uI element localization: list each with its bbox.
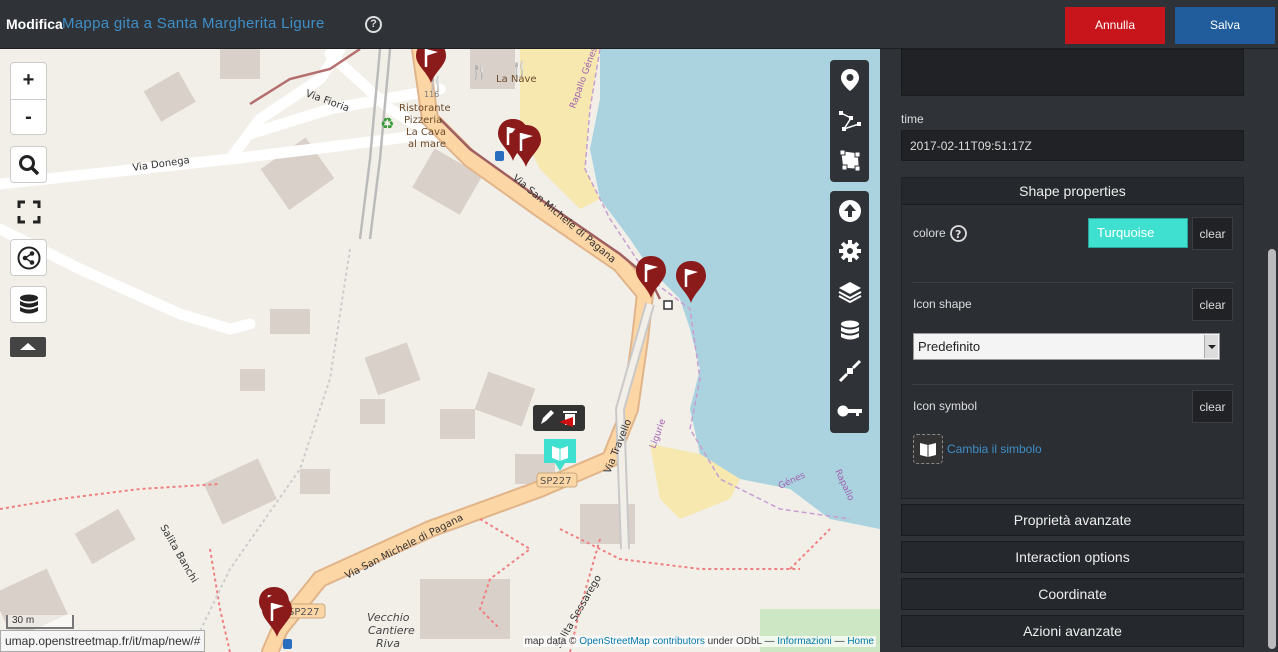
divider: [912, 282, 1234, 283]
map-marker-icon: [840, 69, 859, 91]
database-icon: [19, 294, 38, 313]
section-interaction-options[interactable]: Interaction options: [901, 541, 1244, 573]
help-icon[interactable]: ?: [365, 16, 382, 33]
icon-shape-select[interactable]: Predefinito: [913, 333, 1220, 360]
map-title[interactable]: Mappa gita a Santa Margherita Ligure: [62, 15, 325, 32]
zoom-control: + -: [10, 62, 47, 135]
map-markers: [257, 49, 708, 639]
map-marker-flag[interactable]: [674, 229, 708, 305]
icon-shape-value: Predefinito: [918, 339, 981, 354]
search-button[interactable]: [10, 146, 47, 183]
cancel-button[interactable]: Annulla: [1065, 7, 1165, 44]
permissions-button[interactable]: [830, 391, 869, 431]
search-icon: [18, 154, 39, 175]
map-marker-flag[interactable]: [509, 93, 543, 169]
icon-symbol-label: Icon symbol: [913, 399, 978, 413]
osm-contributors-link[interactable]: OpenStreetMap contributors: [579, 636, 705, 647]
top-toolbar: Modifica Mappa gita a Santa Margherita L…: [0, 0, 1278, 49]
clear-color-button[interactable]: clear: [1192, 217, 1233, 250]
fullscreen-button[interactable]: [10, 193, 47, 230]
color-label: colore: [913, 226, 946, 240]
key-icon: [837, 405, 862, 417]
section-advanced-actions[interactable]: Azioni avanzate: [901, 615, 1244, 647]
fullscreen-icon: [17, 200, 40, 223]
info-link[interactable]: Informazioni: [777, 636, 831, 647]
panel-scrollbar[interactable]: [1266, 49, 1278, 652]
map-scale: 30 m: [6, 615, 74, 629]
marker-edit-popup: [533, 405, 585, 431]
draw-polygon-button[interactable]: [830, 140, 869, 180]
map-marker-flag[interactable]: [260, 563, 294, 639]
section-advanced-properties[interactable]: Proprietà avanzate: [901, 504, 1244, 536]
map-marker-flag[interactable]: [634, 224, 668, 300]
home-link[interactable]: Home: [847, 636, 874, 647]
icon-shape-label: Icon shape: [913, 297, 972, 311]
scrollbar-thumb[interactable]: [1268, 249, 1276, 649]
share-icon: [17, 246, 40, 269]
attribution-dash: —: [834, 636, 845, 647]
help-icon[interactable]: ?: [950, 225, 967, 242]
center-zoom-button[interactable]: [830, 351, 869, 391]
zoom-in-button[interactable]: +: [11, 63, 46, 99]
datalayers-button[interactable]: [10, 286, 47, 323]
draw-toolbar: [830, 60, 869, 182]
change-symbol-link[interactable]: Cambia il simbolo: [947, 442, 1042, 456]
layers-icon: [838, 282, 861, 303]
map-marker-flag[interactable]: [414, 49, 448, 85]
chevron-down-icon: [1204, 335, 1218, 358]
symbol-preview[interactable]: [913, 434, 943, 464]
section-coordinates[interactable]: Coordinate: [901, 578, 1244, 610]
color-input[interactable]: Turquoise: [1088, 218, 1188, 248]
clear-icon-symbol-button[interactable]: clear: [1192, 390, 1233, 423]
manage-datalayers-button[interactable]: [830, 311, 869, 351]
time-label: time: [901, 112, 924, 126]
draw-polyline-button[interactable]: [830, 100, 869, 140]
map-canvas[interactable]: ♻ 🍴 🍴 🍴 Via Fioria Via Donega Via San Mi…: [0, 49, 880, 652]
center-icon: [838, 359, 861, 383]
database-icon: [840, 320, 859, 340]
attribution-under: under ODbL —: [707, 636, 775, 647]
polyline-icon: [838, 111, 861, 131]
pencil-icon[interactable]: [541, 410, 554, 424]
save-button[interactable]: Salva: [1175, 7, 1275, 44]
settings-button[interactable]: [830, 231, 869, 271]
edit-panel: time 2017-02-11T09:51:17Z Shape properti…: [880, 49, 1266, 652]
gear-icon: [838, 240, 861, 262]
shape-properties-fieldset: Shape properties colore ? Turquoise clea…: [901, 177, 1244, 499]
upload-icon: [838, 200, 861, 222]
attribution-prefix: map data ©: [524, 636, 577, 647]
book-icon: [920, 443, 936, 457]
clear-icon-shape-button[interactable]: clear: [1192, 288, 1233, 321]
svg-text:?: ?: [955, 228, 961, 241]
map-settings-toolbar: [830, 191, 869, 433]
tilelayers-button[interactable]: [830, 271, 869, 311]
draw-marker-button[interactable]: [830, 60, 869, 100]
polygon-icon: [839, 149, 860, 172]
share-button[interactable]: [10, 239, 47, 276]
collapse-button[interactable]: [10, 337, 46, 357]
import-button[interactable]: [830, 191, 869, 231]
status-url: umap.openstreetmap.fr/it/map/new/#: [0, 630, 206, 652]
divider: [912, 384, 1234, 385]
shape-properties-header[interactable]: Shape properties: [902, 178, 1243, 205]
edit-mode-label: Modifica: [6, 16, 63, 32]
time-input[interactable]: 2017-02-11T09:51:17Z: [901, 130, 1244, 161]
description-textarea[interactable]: [901, 49, 1244, 96]
zoom-out-button[interactable]: -: [11, 99, 46, 135]
map-attribution: map data © OpenStreetMap contributors un…: [522, 636, 876, 647]
